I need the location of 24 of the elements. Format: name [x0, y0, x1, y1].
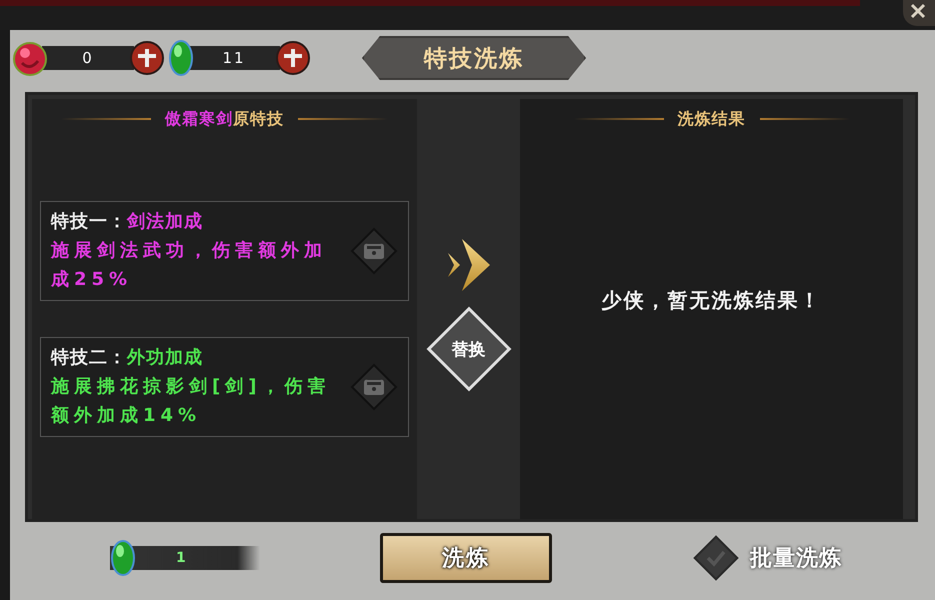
lock-icon[interactable]: [350, 363, 398, 411]
panel-title: 傲霜寒剑原特技: [165, 108, 284, 130]
double-chevron-icon: [446, 237, 492, 293]
skill-description: 施展剑法武功，伤害额外加成25%: [51, 239, 328, 292]
add-button[interactable]: [276, 41, 310, 75]
replace-button[interactable]: 替换: [426, 306, 511, 392]
checkmark-icon: [705, 549, 727, 567]
lock-icon[interactable]: [350, 227, 398, 275]
cost-amount: 1: [176, 550, 186, 566]
empty-message: 少侠，暂无洗炼结果！: [600, 287, 822, 314]
panel-title: 洗炼结果: [678, 108, 746, 130]
currency-amount: 0: [82, 49, 94, 67]
currency-amount: 11: [222, 49, 246, 67]
gem-icon: [12, 39, 48, 77]
skill-description: 施展拂花掠影剑[剑]，伤害额外加成14%: [51, 375, 332, 428]
jade-icon: [168, 39, 194, 77]
add-button[interactable]: [130, 41, 164, 75]
skill-name: 外功加成: [127, 347, 203, 368]
jade-icon: [110, 539, 136, 577]
skill-label: 特技二：: [51, 347, 127, 368]
checkbox-label: 批量洗炼: [750, 545, 842, 573]
skill-label: 特技一：: [51, 211, 127, 232]
skill-name: 剑法加成: [127, 211, 203, 232]
window-title: 特技洗炼: [362, 36, 586, 80]
